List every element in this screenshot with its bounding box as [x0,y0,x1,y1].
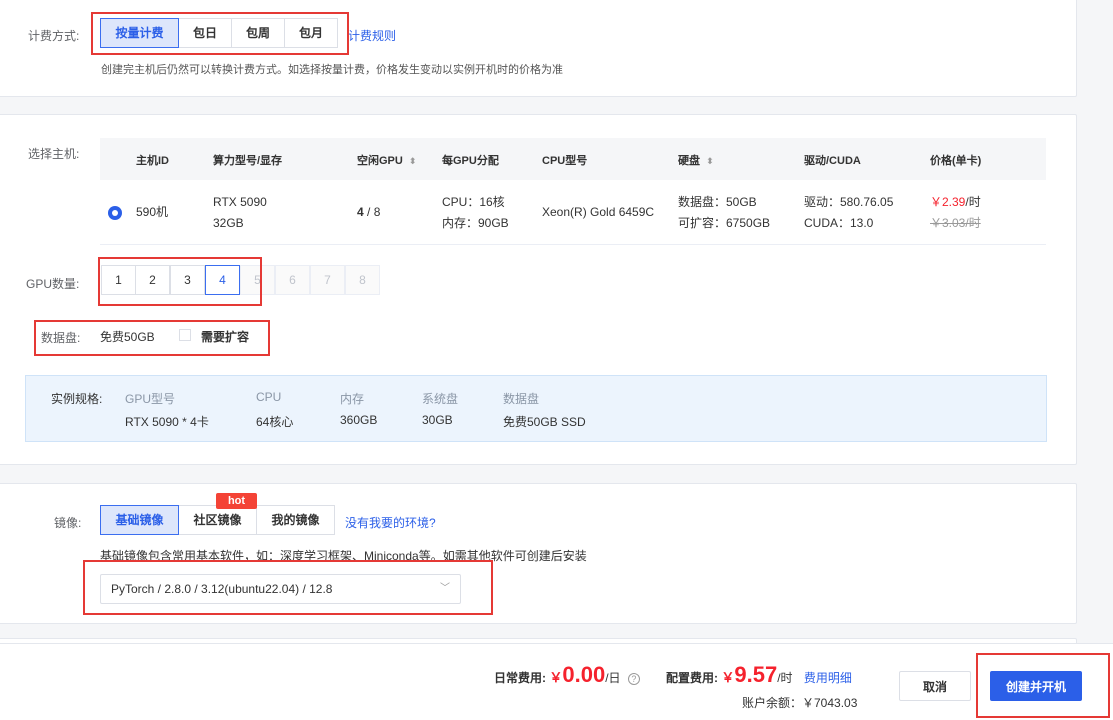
sort-icon[interactable]: ⬍ [409,156,417,166]
billing-rules-link[interactable]: 计费规则 [348,27,396,44]
config-cost-value: 9.57 [734,662,778,687]
billing-label: 计费方式: [28,29,80,43]
expand-checkbox[interactable] [179,329,191,341]
host-gpu-mem: 32GB [213,216,244,230]
billing-hint: 创建完主机后仍然可以转换计费方式。如选择按量计费，价格发生变动以实例开机时的价格… [101,64,563,76]
spec-sysdisk-value: 30GB [422,413,453,427]
create-and-start-button[interactable]: 创建并开机 [990,671,1082,701]
host-label: 选择主机: [28,147,80,161]
daily-cost-label: 日常费用: [494,671,546,685]
host-id[interactable]: 590机 [136,202,168,223]
host-cpu-alloc: CPU：16核 [442,195,505,209]
host-gpu-availability: 4 / 8 [357,202,380,223]
host-price: ￥2.39/时 [930,192,981,213]
config-cost-label: 配置费用: [666,671,718,685]
config-cost-unit: /时 [777,671,793,685]
col-driver: 驱动/CUDA [804,155,861,167]
row-divider [100,244,1046,245]
host-radio[interactable] [108,206,122,220]
col-gpu-model: 算力型号/显存 [213,155,283,167]
billing-option-daily[interactable]: 包日 [178,18,232,48]
host-total-gpu: / 8 [367,205,381,219]
col-price: 价格(单卡) [930,155,982,167]
spec-mem-value: 360GB [340,413,378,427]
host-driver: 驱动：580.76.05 [804,195,894,209]
col-disk-label: 硬盘 [678,155,700,167]
col-disk[interactable]: 硬盘 ⬍ [678,152,714,168]
tab-community-image[interactable]: 社区镜像 [178,505,257,535]
billing-options: 按量计费 包日 包周 包月 [100,18,338,48]
tab-my-image[interactable]: 我的镜像 [256,505,335,535]
image-label: 镜像: [54,516,82,530]
col-free-gpu[interactable]: 空闲GPU ⬍ [357,152,416,168]
account-balance: 账户余额：￥7043.03 [742,696,858,710]
spec-gpu-value: RTX 5090 * 4卡 [125,415,209,429]
expand-label[interactable]: 需要扩容 [201,328,249,345]
spec-cpu-header: CPU [256,390,282,404]
gpu-count-1[interactable]: 1 [101,265,136,295]
help-icon[interactable]: ? [627,673,640,685]
gpu-count-2[interactable]: 2 [135,265,170,295]
image-select-value: PyTorch / 2.8.0 / 3.12(ubuntu22.04) / 12… [111,582,333,596]
data-disk-label: 数据盘: [41,331,81,345]
image-tabs: 基础镜像 社区镜像 我的镜像 [100,505,335,535]
chevron-down-icon: ﹀ [440,583,450,594]
cost-detail-link[interactable]: 费用明细 [804,671,852,685]
col-per-gpu: 每GPU分配 [442,155,499,167]
gpu-count-4[interactable]: 4 [205,265,240,295]
config-cost-yen: ￥ [721,670,735,685]
gpu-count-3[interactable]: 3 [170,265,205,295]
spec-cpu-value: 64核心 [256,415,294,429]
gpu-count-5: 5 [240,265,275,295]
col-host-id: 主机ID [136,155,169,167]
host-cuda: CUDA：13.0 [804,216,874,230]
spec-gpu-header: GPU型号 [125,392,176,406]
radio-dot-icon [112,210,118,216]
daily-cost-unit: /日 [605,671,621,685]
spec-datadisk-header: 数据盘 [503,392,540,406]
host-price-unit: /时 [965,195,981,209]
host-mem-alloc: 内存：90GB [442,216,509,230]
image-select[interactable]: PyTorch / 2.8.0 / 3.12(ubuntu22.04) / 12… [100,574,461,604]
host-gpu-model: RTX 5090 [213,195,267,209]
host-price-value: ￥2.39 [930,195,966,209]
gpu-count-6: 6 [275,265,310,295]
gpu-count-label: GPU数量: [26,277,80,291]
daily-cost-value: 0.00 [562,662,606,687]
spec-label: 实例规格: [51,392,103,406]
gpu-count-7: 7 [310,265,345,295]
billing-option-monthly[interactable]: 包月 [284,18,338,48]
missing-env-link[interactable]: 没有我要的环境? [345,514,436,531]
daily-cost-yen: ￥ [549,670,563,685]
host-price-old: ￥3.03/时 [930,216,981,230]
gpu-count-8: 8 [345,265,380,295]
tab-basic-image[interactable]: 基础镜像 [100,505,179,535]
spec-mem-header: 内存 [340,392,365,406]
spec-datadisk-value: 免费50GB SSD [503,415,586,429]
host-cpu-model: Xeon(R) Gold 6459C [542,205,655,219]
billing-option-weekly[interactable]: 包周 [231,18,285,48]
daily-cost: 日常费用: ￥0.00/日 ? [494,660,640,693]
config-cost: 配置费用: ￥9.57/时 费用明细 [666,660,852,693]
image-hint: 基础镜像包含常用基本软件，如：深度学习框架、Miniconda等。如需其他软件可… [100,549,587,563]
billing-option-payg[interactable]: 按量计费 [100,18,179,48]
spec-sysdisk-header: 系统盘 [422,392,459,406]
data-disk-value: 免费50GB [100,330,155,344]
host-free-gpu: 4 [357,205,364,219]
col-cpu-model: CPU型号 [542,155,588,167]
sort-icon[interactable]: ⬍ [706,156,714,166]
hot-badge: hot [216,493,257,509]
host-disk-expand: 可扩容：6750GB [678,216,771,230]
host-disk-data: 数据盘：50GB [678,195,757,209]
billing-card [0,0,1077,97]
spec-panel [25,375,1047,442]
cancel-button[interactable]: 取消 [899,671,971,701]
col-free-gpu-label: 空闲GPU [357,155,403,167]
